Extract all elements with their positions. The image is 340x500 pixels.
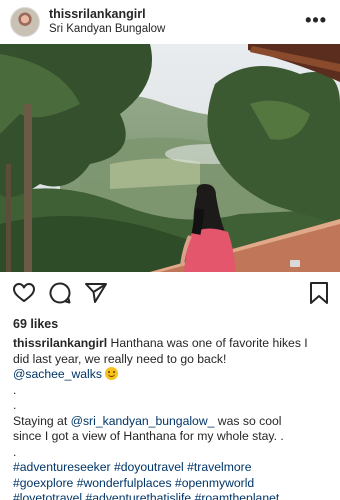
caption-line: . <box>13 398 17 412</box>
post-header: thissrilankangirl Sri Kandyan Bungalow •… <box>0 0 340 44</box>
caption-text: Hanthana was one of favorite hikes I <box>107 336 308 350</box>
hashtag-line[interactable]: #lovetotravel #adventurethatislife #roam… <box>13 491 331 500</box>
heart-icon[interactable] <box>11 280 37 306</box>
caption-text: was so cool <box>214 413 282 428</box>
comment-icon[interactable] <box>47 280 73 306</box>
caption-line: @sachee_walks <box>13 367 331 383</box>
more-options-icon[interactable]: ••• <box>305 11 327 29</box>
caption-line: thissrilankangirl Hanthana was one of fa… <box>13 336 331 352</box>
profile-avatar[interactable] <box>10 7 40 37</box>
send-icon[interactable] <box>83 280 109 306</box>
post-username[interactable]: thissrilankangirl <box>49 7 165 22</box>
post-location[interactable]: Sri Kandyan Bungalow <box>49 22 165 37</box>
caption-line: since I got a view of Hanthana for my wh… <box>13 429 284 443</box>
post-photo-image <box>0 44 340 272</box>
caption-username[interactable]: thissrilankangirl <box>13 336 107 350</box>
post-caption: thissrilankangirl Hanthana was one of fa… <box>13 336 331 500</box>
hashtag-line[interactable]: #goexplore #wonderfulplaces #openmyworld <box>13 476 331 492</box>
post-header-text: thissrilankangirl Sri Kandyan Bungalow <box>49 7 165 37</box>
caption-text: Staying at <box>13 413 71 428</box>
hashtag-line[interactable]: #adventureseeker #doyoutravel #travelmor… <box>13 460 331 476</box>
caption-line: did last year, we really need to go back… <box>13 351 227 366</box>
likes-count[interactable]: 69 likes <box>13 317 58 331</box>
caption-line: Staying at @sri_kandyan_bungalow_ was so… <box>13 414 331 430</box>
post-photo[interactable] <box>0 44 340 272</box>
smiling-face-emoji <box>105 367 119 380</box>
caption-line: . <box>13 444 17 459</box>
bookmark-icon[interactable] <box>306 280 332 306</box>
mention-link[interactable]: @sachee_walks <box>13 367 102 381</box>
mention-link[interactable]: @sri_kandyan_bungalow_ <box>71 414 215 428</box>
caption-line: . <box>13 382 17 397</box>
post-actions <box>0 280 340 306</box>
